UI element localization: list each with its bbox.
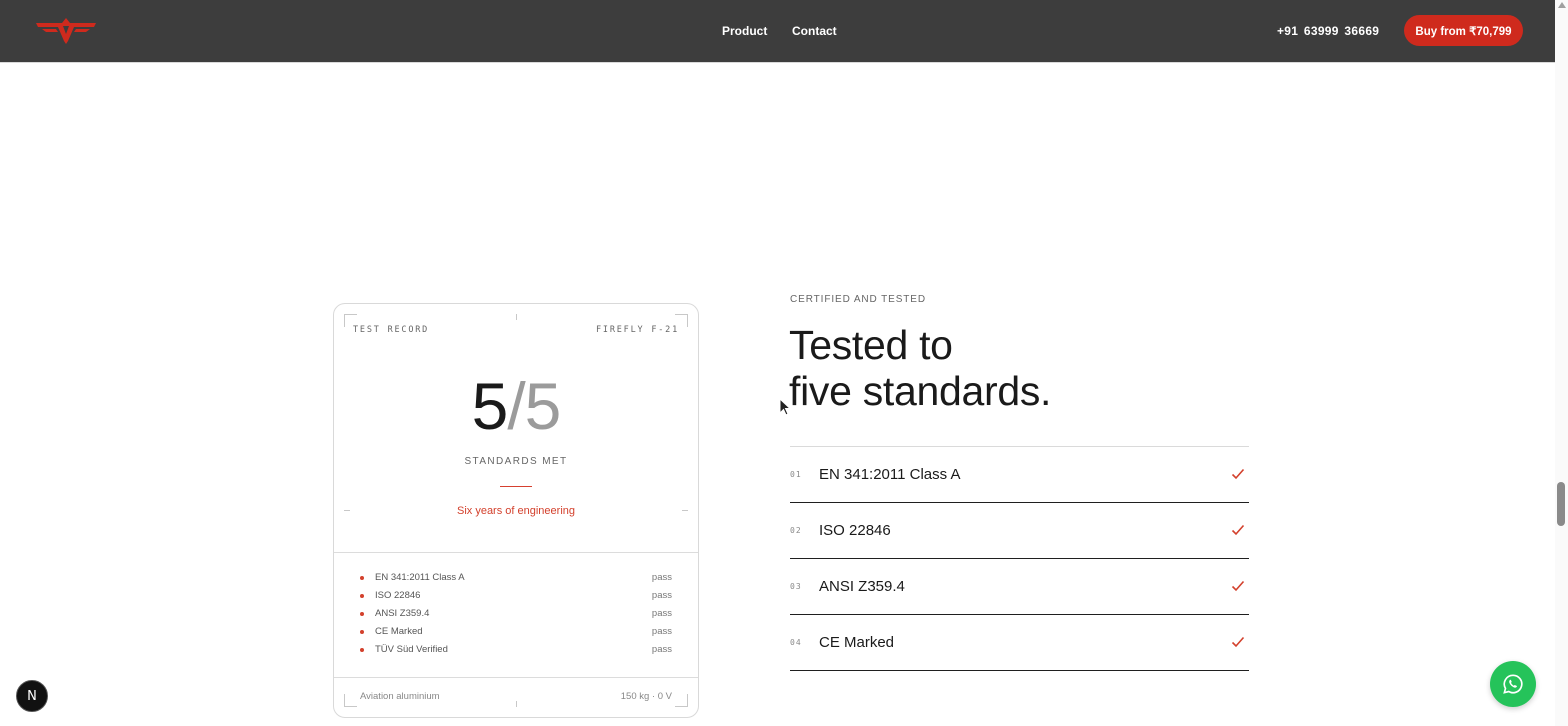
card-label-left: TEST RECORD bbox=[353, 325, 430, 335]
score-caption: STANDARDS MET bbox=[464, 456, 568, 467]
test-results-list: EN 341:2011 Class A pass ISO 22846 pass … bbox=[360, 571, 672, 661]
section-headline: Tested to five standards. bbox=[789, 322, 1051, 414]
page-scrollbar[interactable] bbox=[1555, 0, 1568, 726]
test-name: CE Marked bbox=[375, 626, 423, 637]
buy-button[interactable]: Buy from ₹70,799 bbox=[1404, 15, 1523, 46]
standard-row[interactable]: 02 ISO 22846 bbox=[790, 503, 1249, 559]
standard-number: 01 bbox=[790, 470, 802, 479]
check-icon bbox=[1231, 468, 1245, 480]
headline-line-1: Tested to bbox=[789, 322, 953, 368]
check-icon bbox=[1231, 580, 1245, 592]
card-divider bbox=[334, 677, 698, 678]
tick-mark bbox=[516, 701, 517, 707]
section-eyebrow: CERTIFIED AND TESTED bbox=[790, 294, 926, 305]
bullet-dot-icon bbox=[360, 612, 364, 616]
card-divider bbox=[334, 552, 698, 553]
standards-score: 5/5 bbox=[334, 366, 698, 446]
bullet-dot-icon bbox=[360, 630, 364, 634]
whatsapp-icon bbox=[1503, 674, 1523, 694]
tick-mark bbox=[516, 314, 517, 320]
standard-number: 04 bbox=[790, 638, 802, 647]
phone-number-link[interactable]: +91 63999 36669 bbox=[1277, 0, 1379, 62]
dev-tools-badge[interactable]: N bbox=[16, 680, 48, 712]
headline-line-2: five standards. bbox=[789, 368, 1052, 414]
accent-divider bbox=[500, 486, 532, 487]
card-spec: 150 kg · 0 V bbox=[620, 691, 672, 702]
bullet-dot-icon bbox=[360, 594, 364, 598]
test-status: pass bbox=[651, 644, 672, 655]
test-record-card: TEST RECORD FIREFLY F-21 5/5 STANDARDS M… bbox=[333, 303, 699, 718]
standard-number: 03 bbox=[790, 582, 802, 591]
test-status: pass bbox=[651, 626, 672, 637]
standard-label: CE Marked bbox=[819, 634, 895, 651]
bullet-dot-icon bbox=[360, 576, 364, 580]
test-name: TÜV Süd Verified bbox=[375, 644, 448, 655]
standard-label: ANSI Z359.4 bbox=[819, 578, 905, 595]
standard-label: ISO 22846 bbox=[819, 522, 891, 539]
check-icon bbox=[1231, 524, 1245, 536]
whatsapp-chat-button[interactable] bbox=[1490, 661, 1536, 707]
test-status: pass bbox=[651, 590, 672, 601]
list-item: ANSI Z359.4 pass bbox=[360, 607, 672, 625]
winged-logo-icon[interactable] bbox=[34, 14, 98, 46]
mouse-cursor-icon bbox=[779, 398, 791, 416]
check-icon bbox=[1231, 636, 1245, 648]
standard-label: EN 341:2011 Class A bbox=[819, 466, 961, 483]
nav-contact-link[interactable]: Contact bbox=[792, 0, 837, 62]
card-label-right: FIREFLY F-21 bbox=[595, 325, 679, 335]
list-item: ISO 22846 pass bbox=[360, 589, 672, 607]
test-name: ISO 22846 bbox=[375, 590, 421, 601]
score-total: /5 bbox=[507, 369, 561, 443]
list-item: EN 341:2011 Class A pass bbox=[360, 571, 672, 589]
score-met: 5 bbox=[471, 369, 509, 443]
list-item: TÜV Süd Verified pass bbox=[360, 643, 672, 661]
standard-row[interactable]: 04 CE Marked bbox=[790, 615, 1249, 671]
test-name: EN 341:2011 Class A bbox=[375, 572, 465, 583]
corner-mark bbox=[675, 694, 688, 707]
card-material: Aviation aluminium bbox=[360, 691, 440, 702]
corner-mark bbox=[344, 694, 357, 707]
card-tagline: Six years of engineering bbox=[456, 505, 575, 517]
scroll-up-arrow-icon[interactable] bbox=[1558, 2, 1566, 8]
nav-product-link[interactable]: Product bbox=[722, 0, 767, 62]
test-status: pass bbox=[651, 608, 672, 619]
list-item: CE Marked pass bbox=[360, 625, 672, 643]
scrollbar-thumb[interactable] bbox=[1557, 482, 1565, 526]
standards-list: 01 EN 341:2011 Class A 02 ISO 22846 03 A… bbox=[790, 446, 1249, 671]
bullet-dot-icon bbox=[360, 648, 364, 652]
test-name: ANSI Z359.4 bbox=[375, 608, 430, 619]
test-status: pass bbox=[651, 572, 672, 583]
standard-number: 02 bbox=[790, 526, 802, 535]
standard-row[interactable]: 03 ANSI Z359.4 bbox=[790, 559, 1249, 615]
standard-row[interactable]: 01 EN 341:2011 Class A bbox=[790, 447, 1249, 503]
top-navigation-bar: Product Contact +91 63999 36669 Buy from… bbox=[0, 0, 1555, 62]
